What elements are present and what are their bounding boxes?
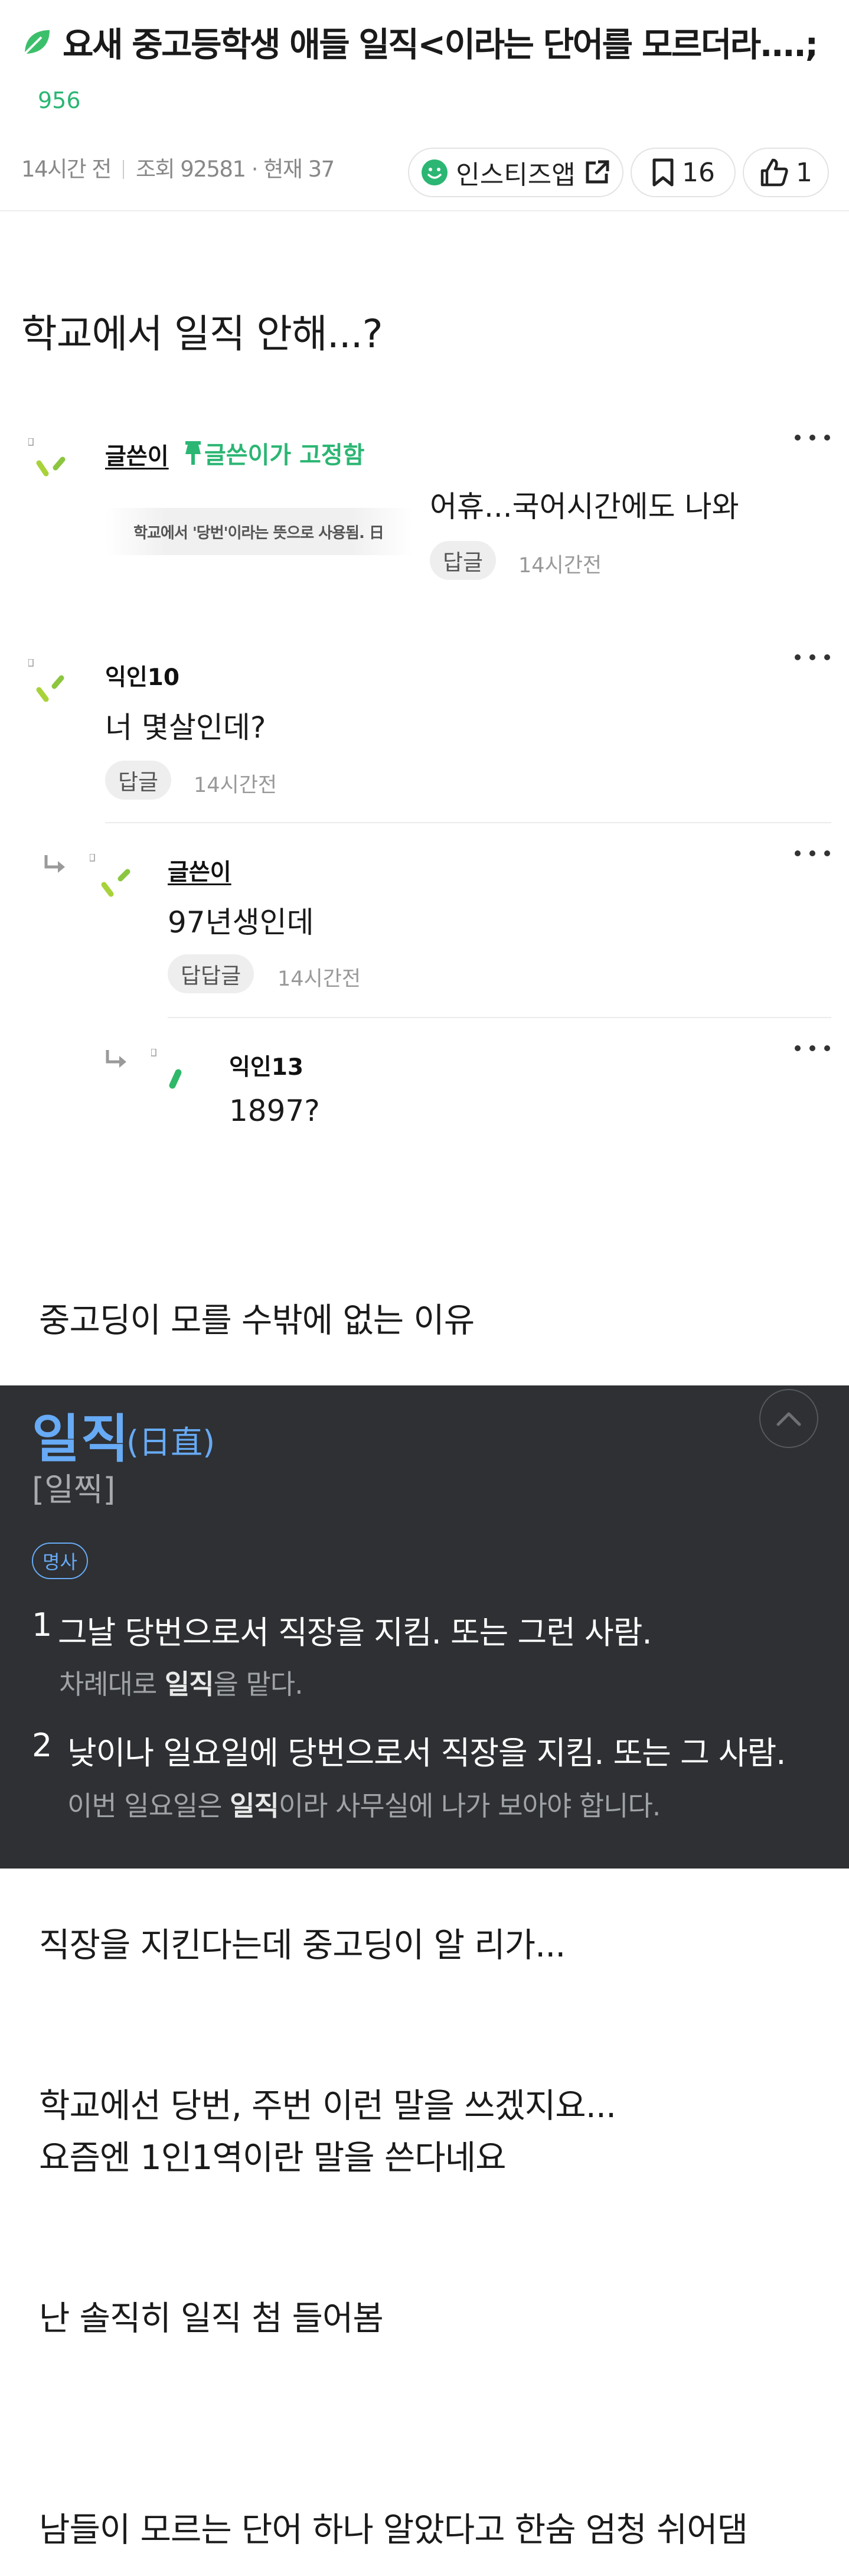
like-count: 1 <box>796 157 812 188</box>
comment-more-button[interactable] <box>795 1039 830 1057</box>
like-button[interactable]: 1 <box>743 148 829 197</box>
comment-body: 97년생인데 <box>168 905 314 940</box>
comment-author[interactable]: 익인10 <box>105 659 179 692</box>
chevron-up-icon <box>776 1412 801 1426</box>
comment-time: 14시간전 <box>194 774 277 797</box>
instiz-app-button[interactable]: 인스티즈앱 <box>408 148 623 197</box>
category-count[interactable]: 956 <box>38 87 81 113</box>
view-count: 조회 92581 · 현재 37 <box>135 156 335 182</box>
post-title: 요새 중고등학생 애들 일직<이라는 단어를 모르더라....; <box>63 25 817 64</box>
scroll-top-button[interactable] <box>759 1389 818 1448</box>
dict-def-number: 2 <box>32 1727 53 1764</box>
reply-button[interactable]: 답글 <box>430 541 497 580</box>
avatar <box>28 438 66 477</box>
external-link-icon <box>586 160 609 184</box>
reason-text: 중고딩이 모를 수밖에 없는 이유 <box>39 1301 475 1340</box>
comment-divider <box>168 1017 831 1018</box>
post-line: 요즘엔 1인1역이란 말을 쓴다네요 <box>39 2138 507 2177</box>
reply-button[interactable]: 답글 <box>105 761 172 800</box>
avatar <box>90 854 130 897</box>
post-line: 직장을 지킨다는데 중고딩이 알 리가... <box>39 1926 566 1965</box>
header-divider <box>0 210 849 211</box>
avatar <box>151 1049 182 1089</box>
dict-def-number: 1 <box>32 1606 53 1644</box>
thumbs-up-icon <box>760 158 788 187</box>
dict-pronunciation: [일찍] <box>32 1471 116 1508</box>
dict-example: 차례대로 일직을 맡다. <box>59 1668 303 1700</box>
dict-pos-badge: 명사 <box>32 1543 88 1579</box>
reply-button[interactable]: 답답글 <box>168 954 254 993</box>
comment-more-button[interactable] <box>795 844 830 862</box>
post-line: 난 솔직히 일직 첨 들어봄 <box>39 2299 384 2338</box>
reply-arrow-icon <box>106 1050 126 1068</box>
comment-divider <box>105 822 831 823</box>
smiley-icon <box>422 159 448 185</box>
post-time: 14시간 전 <box>21 156 112 182</box>
reply-arrow-icon <box>44 855 65 873</box>
bookmark-count: 16 <box>682 157 715 188</box>
avatar <box>28 659 64 702</box>
comment-body: 너 몇살인데? <box>105 710 266 745</box>
comment-more-button[interactable] <box>795 429 830 446</box>
bookmark-button[interactable]: 16 <box>631 148 736 197</box>
post-line: 남들이 모르는 단어 하나 알았다고 한숨 엄청 쉬어댐 <box>39 2510 748 2549</box>
dict-word: 일직 <box>32 1408 130 1469</box>
dict-definition: 그날 당번으로서 직장을 지킴. 또는 그런 사람. <box>58 1614 652 1651</box>
comment-author[interactable]: 익인13 <box>229 1049 303 1082</box>
leaf-icon <box>24 30 50 55</box>
dictionary-card: 일직 (日直) [일찍] 명사 1 그날 당번으로서 직장을 지킴. 또는 그런… <box>0 1385 849 1869</box>
post-meta: 14시간 전 조회 92581 · 현재 37 인스티즈앱 16 1 <box>21 148 830 197</box>
comment-time: 14시간전 <box>518 554 602 578</box>
comment-body: 어휴...국어시간에도 나와 <box>430 490 739 524</box>
post-title-row: 요새 중고등학생 애들 일직<이라는 단어를 모르더라....; <box>21 18 830 66</box>
post-intro: 학교에서 일직 안해...? <box>21 311 383 357</box>
bookmark-icon <box>652 158 674 187</box>
pinned-label: 글쓴이가 고정함 <box>182 436 365 470</box>
comment-time: 14시간전 <box>277 967 361 991</box>
meta-info: 14시간 전 조회 92581 · 현재 37 <box>21 151 335 183</box>
comment-more-button[interactable] <box>795 648 830 666</box>
comment-author[interactable]: 글쓴이 <box>105 438 169 471</box>
dict-definition: 낮이나 일요일에 당번으로서 직장을 지킴. 또는 그 사람. <box>67 1734 786 1772</box>
dict-example: 이번 일요일은 일직이라 사무실에 나가 보아야 합니다. <box>67 1790 661 1822</box>
comment-author[interactable]: 글쓴이 <box>168 854 231 887</box>
pin-icon <box>185 441 201 465</box>
comment-sticker-image: 학교에서 '당번'이라는 뜻으로 사용됨. 日 <box>105 508 412 555</box>
post-line: 학교에선 당번, 주번 이런 말을 쓰겠지요... <box>39 2086 616 2125</box>
meta-separator <box>122 160 124 179</box>
dict-hanja: (日直) <box>126 1424 215 1461</box>
app-label: 인스티즈앱 <box>456 160 576 190</box>
comment-body: 1897? <box>229 1094 320 1128</box>
